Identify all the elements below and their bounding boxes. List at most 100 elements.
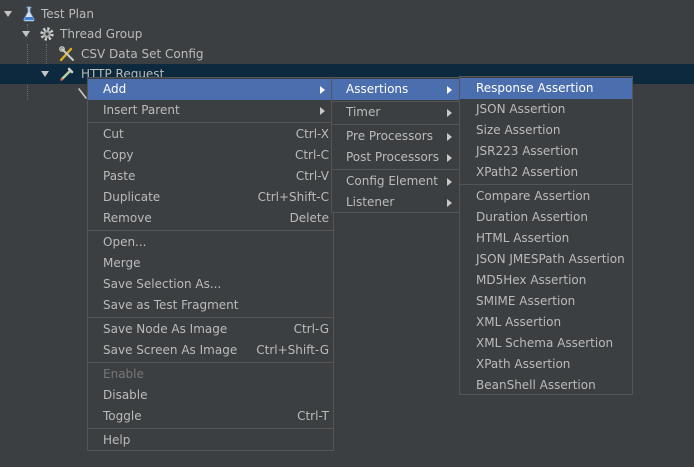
menu-item-help[interactable]: Help	[88, 430, 333, 451]
menu-item-label: Merge	[103, 256, 141, 270]
menu-item-save-screen-as-image[interactable]: Save Screen As Image Ctrl+Shift-G	[88, 340, 333, 361]
menu-item-shortcut: Ctrl+Shift-G	[256, 343, 329, 357]
menu-item-label: JSON JMESPath Assertion	[476, 252, 625, 266]
menu-item-paste[interactable]: Paste Ctrl-V	[88, 166, 333, 187]
menu-item-label: Post Processors	[346, 150, 439, 164]
assertion-item-xpath2[interactable]: XPath2 Assertion	[460, 162, 632, 183]
menu-item-label: Insert Parent	[103, 103, 180, 117]
menu-item-open[interactable]: Open...	[88, 232, 333, 253]
expand-toggle-icon[interactable]	[41, 71, 49, 77]
submenu-arrow-icon	[447, 109, 452, 117]
menu-separator	[88, 122, 333, 123]
menu-item-label: Open...	[103, 235, 147, 249]
menu-item-label: XPath Assertion	[476, 357, 571, 371]
menu-item-shortcut: Ctrl-G	[293, 322, 329, 336]
menu-item-disable[interactable]: Disable	[88, 385, 333, 406]
menu-item-label: Toggle	[103, 409, 142, 423]
submenu-item-post-processors[interactable]: Post Processors	[332, 147, 460, 168]
menu-item-label: JSR223 Assertion	[476, 144, 579, 158]
expand-toggle-icon[interactable]	[4, 11, 12, 17]
assertion-item-xml-schema[interactable]: XML Schema Assertion	[460, 333, 632, 354]
menu-item-label: Compare Assertion	[476, 189, 591, 203]
submenu-arrow-icon	[320, 107, 325, 115]
menu-item-label: HTML Assertion	[476, 231, 570, 245]
menu-item-label: Duplicate	[103, 190, 161, 204]
menu-item-shortcut: Ctrl-C	[294, 148, 329, 162]
assertion-item-compare[interactable]: Compare Assertion	[460, 186, 632, 207]
menu-item-label: Paste	[103, 169, 136, 183]
submenu-arrow-icon	[447, 154, 452, 162]
assertion-item-smime[interactable]: SMIME Assertion	[460, 291, 632, 312]
menu-item-cut[interactable]: Cut Ctrl-X	[88, 124, 333, 145]
assertion-item-xml[interactable]: XML Assertion	[460, 312, 632, 333]
menu-item-label: SMIME Assertion	[476, 294, 576, 308]
menu-separator	[460, 184, 632, 185]
menu-separator	[88, 362, 333, 363]
assertion-item-json[interactable]: JSON Assertion	[460, 99, 632, 120]
menu-separator	[332, 124, 460, 125]
menu-item-label: Timer	[346, 105, 381, 119]
expand-toggle-icon[interactable]	[22, 31, 30, 37]
menu-item-label: Duration Assertion	[476, 210, 588, 224]
submenu-item-pre-processors[interactable]: Pre Processors	[332, 126, 460, 147]
tree-item-csv-data-set-config[interactable]: CSV Data Set Config	[0, 44, 694, 64]
assertion-item-jsr223[interactable]: JSR223 Assertion	[460, 141, 632, 162]
menu-item-label: XPath2 Assertion	[476, 165, 579, 179]
menu-item-save-node-as-image[interactable]: Save Node As Image Ctrl-G	[88, 319, 333, 340]
submenu-arrow-icon	[447, 178, 452, 186]
assertions-submenu: Response Assertion JSON Assertion Size A…	[459, 76, 633, 395]
config-tools-icon	[59, 46, 75, 62]
tree-item-test-plan[interactable]: Test Plan	[0, 4, 694, 24]
menu-item-shortcut: Ctrl+Shift-C	[257, 190, 329, 204]
menu-separator	[88, 230, 333, 231]
menu-item-duplicate[interactable]: Duplicate Ctrl+Shift-C	[88, 187, 333, 208]
menu-item-label: Save as Test Fragment	[103, 298, 239, 312]
tree-item-thread-group[interactable]: Thread Group	[0, 24, 694, 44]
menu-item-label: Disable	[103, 388, 148, 402]
menu-item-add[interactable]: Add	[88, 79, 333, 100]
submenu-arrow-icon	[447, 86, 452, 94]
assertion-item-response[interactable]: Response Assertion	[460, 78, 632, 99]
assertion-item-md5hex[interactable]: MD5Hex Assertion	[460, 270, 632, 291]
menu-item-remove[interactable]: Remove Delete	[88, 208, 333, 229]
menu-item-label: Response Assertion	[476, 81, 594, 95]
menu-item-merge[interactable]: Merge	[88, 253, 333, 274]
menu-item-shortcut: Delete	[289, 211, 329, 225]
gear-icon	[39, 26, 55, 42]
menu-item-label: Copy	[103, 148, 134, 162]
submenu-item-listener[interactable]: Listener	[332, 192, 460, 213]
menu-item-label: Pre Processors	[346, 129, 433, 143]
menu-item-label: Save Node As Image	[103, 322, 228, 336]
menu-item-label: Assertions	[346, 82, 409, 96]
submenu-item-assertions[interactable]: Assertions	[332, 79, 460, 100]
submenu-item-timer[interactable]: Timer	[332, 102, 460, 123]
menu-item-label: XML Schema Assertion	[476, 336, 614, 350]
assertion-item-beanshell[interactable]: BeanShell Assertion	[460, 375, 632, 396]
menu-item-label: Save Screen As Image	[103, 343, 238, 357]
menu-item-label: MD5Hex Assertion	[476, 273, 587, 287]
submenu-arrow-icon	[447, 199, 452, 207]
menu-item-insert-parent[interactable]: Insert Parent	[88, 100, 333, 121]
assertion-item-size[interactable]: Size Assertion	[460, 120, 632, 141]
context-menu: Add Insert Parent Cut Ctrl-X Copy Ctrl-C…	[87, 77, 334, 451]
menu-item-label: Help	[103, 433, 131, 447]
menu-item-label: BeanShell Assertion	[476, 378, 596, 392]
submenu-arrow-icon	[447, 133, 452, 141]
menu-separator	[332, 169, 460, 170]
tree-label: Thread Group	[60, 27, 143, 41]
assertion-item-json-jmespath[interactable]: JSON JMESPath Assertion	[460, 249, 632, 270]
add-submenu: Assertions Timer Pre Processors Post Pro…	[331, 77, 461, 213]
assertion-item-xpath[interactable]: XPath Assertion	[460, 354, 632, 375]
menu-item-copy[interactable]: Copy Ctrl-C	[88, 145, 333, 166]
menu-item-toggle[interactable]: Toggle Ctrl-T	[88, 406, 333, 427]
menu-item-label: Enable	[103, 367, 144, 381]
test-plan-flask-icon	[21, 6, 37, 22]
menu-item-label: Save Selection As...	[103, 277, 222, 291]
menu-item-label: Listener	[346, 195, 395, 209]
submenu-item-config-element[interactable]: Config Element	[332, 171, 460, 192]
submenu-arrow-icon	[320, 86, 325, 94]
menu-item-save-selection-as[interactable]: Save Selection As...	[88, 274, 333, 295]
assertion-item-html[interactable]: HTML Assertion	[460, 228, 632, 249]
assertion-item-duration[interactable]: Duration Assertion	[460, 207, 632, 228]
menu-item-save-as-test-fragment[interactable]: Save as Test Fragment	[88, 295, 333, 316]
